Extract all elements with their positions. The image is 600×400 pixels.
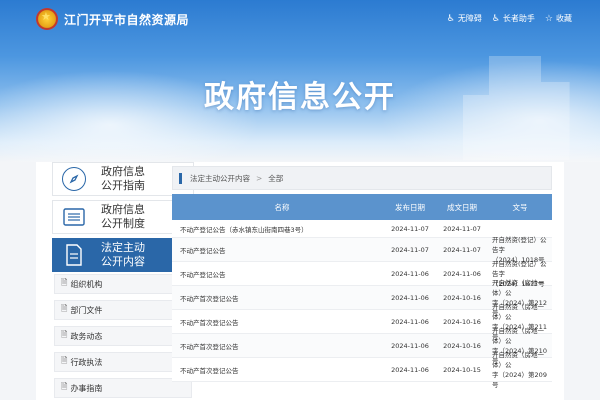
publish-date-cell: 2024-11-07 [391, 245, 429, 254]
national-emblem-icon [36, 8, 58, 30]
table-row[interactable]: 不动产首次登记公告 2024-11-06 2024-10-15 开自然资（房地一体）公… [172, 351, 552, 389]
label-text: 政府信息 公开制度 [101, 203, 145, 230]
publish-date-cell: 2024-11-07 [391, 224, 429, 233]
subnav-label: 办事指南 [70, 383, 103, 393]
list-icon [63, 208, 85, 226]
breadcrumb-marker [179, 172, 182, 184]
document-icon: 🗎 [61, 278, 68, 287]
tool-label: 无障碍 [457, 14, 482, 23]
content-panel: 法定主动公开内容 > 全部 名称 发布日期 成文日期 文号 不动产登记公告（赤水… [172, 162, 552, 400]
header-tools: ♿ 无障碍 ♿ 长者助手 ☆ 收藏 [447, 13, 572, 24]
main-container: 政府信息 公开指南 政府信息 公开制度 法定主动 公开内容 🗎 组织机构 🗎 部… [36, 162, 564, 400]
breadcrumb-item[interactable]: 全部 [268, 173, 283, 184]
site-title[interactable]: 江门开平市自然资源局 [64, 11, 189, 28]
written-date-cell: 2024-11-06 [443, 269, 481, 278]
subnav-label: 部门文件 [70, 305, 103, 315]
column-header-name: 名称 [274, 202, 290, 212]
subnav-label: 行政执法 [70, 357, 103, 367]
written-date-cell: 2024-11-07 [443, 224, 481, 233]
subnav-label: 组织机构 [70, 279, 103, 289]
written-date-cell: 2024-10-15 [443, 365, 481, 374]
doc-title-cell[interactable]: 不动产首次登记公告 [172, 341, 384, 351]
accessibility-icon: ♿ [446, 13, 455, 24]
publish-date-cell: 2024-11-06 [391, 341, 429, 350]
publish-date-cell: 2024-11-06 [391, 317, 429, 326]
label-text: 政府信息 公开指南 [101, 165, 145, 192]
doc-number-cell: 开自然资（房地一体）公 字（2024）第209号 [492, 350, 547, 389]
nav-icon-wrap [53, 162, 95, 196]
page-title: 政府信息公开 [204, 80, 396, 115]
doc-title-cell[interactable]: 不动产登记公告 [172, 269, 384, 279]
publish-date-cell: 2024-11-06 [391, 269, 429, 278]
breadcrumb-item[interactable]: 法定主动公开内容 [190, 173, 250, 184]
publish-date-cell: 2024-11-06 [391, 293, 429, 302]
breadcrumb-separator: > [256, 173, 263, 183]
doc-title-cell[interactable]: 不动产登记公告 [172, 245, 384, 255]
star-icon: ☆ [544, 13, 553, 24]
document-icon: 🗎 [61, 382, 68, 391]
compass-icon [62, 167, 86, 191]
table-body: 不动产登记公告（赤水镇东山街南四巷3号） 2024-11-07 2024-11-07… [172, 220, 552, 389]
written-date-cell: 2024-10-16 [443, 341, 481, 350]
document-icon: 🗎 [61, 356, 68, 365]
written-date-cell: 2024-10-16 [443, 317, 481, 326]
tool-label: 长者助手 [502, 14, 535, 23]
column-header-published: 发布日期 [395, 202, 425, 212]
written-date-cell: 2024-10-16 [443, 293, 481, 302]
doc-title-cell[interactable]: 不动产登记公告（赤水镇东山街南四巷3号） [172, 224, 384, 234]
tool-label: 收藏 [556, 14, 572, 23]
doc-title-cell[interactable]: 不动产首次登记公告 [172, 293, 384, 303]
doc-title-cell[interactable]: 不动产首次登记公告 [172, 365, 384, 375]
label-text: 法定主动 公开内容 [101, 241, 145, 268]
favorite-link[interactable]: ☆ 收藏 [545, 13, 572, 24]
nav-icon-wrap [53, 200, 95, 234]
breadcrumb: 法定主动公开内容 > 全部 [172, 166, 552, 190]
written-date-cell: 2024-11-07 [443, 245, 481, 254]
column-header-doc-number: 文号 [512, 202, 528, 212]
doc-title-cell[interactable]: 不动产首次登记公告 [172, 317, 384, 327]
top-bar: 江门开平市自然资源局 ♿ 无障碍 ♿ 长者助手 ☆ 收藏 [0, 0, 600, 38]
document-table: 名称 发布日期 成文日期 文号 不动产登记公告（赤水镇东山街南四巷3号） 2024… [172, 194, 552, 389]
document-icon: 🗎 [61, 304, 68, 313]
elderly-helper-link[interactable]: ♿ 长者助手 [492, 13, 535, 24]
subnav-label: 政务动态 [70, 331, 103, 341]
document-icon [66, 244, 82, 266]
column-header-written: 成文日期 [447, 202, 477, 212]
document-icon: 🗎 [61, 330, 68, 339]
elderly-icon: ♿ [491, 13, 500, 24]
table-header: 名称 发布日期 成文日期 文号 [172, 194, 552, 220]
publish-date-cell: 2024-11-06 [391, 365, 429, 374]
nav-icon-wrap [53, 238, 95, 272]
accessibility-link[interactable]: ♿ 无障碍 [447, 13, 482, 24]
